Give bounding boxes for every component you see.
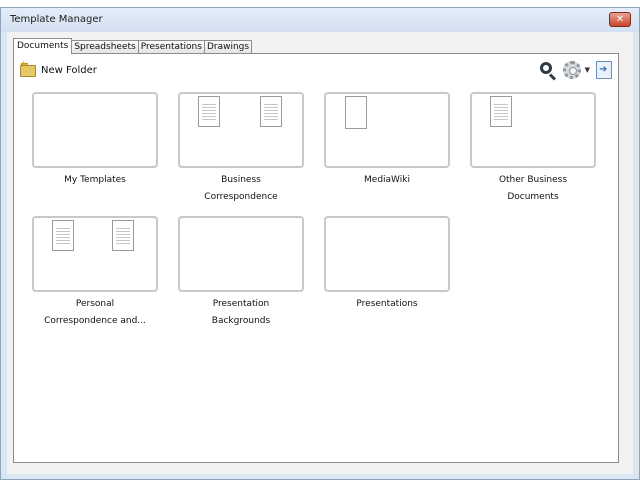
folder-label-my-templates[interactable]: My Templates (15, 172, 175, 189)
window-title: Template Manager (10, 14, 103, 25)
close-button[interactable]: ✕ (609, 12, 631, 27)
folder-thumbnail-my-templates[interactable] (32, 92, 158, 168)
template-preview (490, 96, 512, 127)
gear-icon[interactable] (562, 61, 581, 79)
folder-label-business-correspondence[interactable]: Business Correspondence (161, 172, 321, 206)
templates-panel: ✦ New Folder ▼ My Templates Business (13, 53, 619, 463)
tab-drawings[interactable]: Drawings (203, 40, 253, 54)
toolbar-icons: ▼ (539, 60, 612, 81)
new-folder-label: New Folder (41, 64, 97, 76)
search-icon[interactable] (539, 61, 557, 81)
folder-label-presentation-backgrounds[interactable]: Presentation Backgrounds (161, 296, 321, 330)
template-preview (260, 96, 282, 127)
template-preview (52, 220, 74, 251)
template-preview (112, 220, 134, 251)
title-bar[interactable]: Template Manager ✕ (1, 8, 639, 32)
folder-thumbnail-mediawiki[interactable] (324, 92, 450, 168)
tab-presentations[interactable]: Presentations (137, 40, 205, 54)
tab-documents[interactable]: Documents (13, 38, 73, 54)
folder-thumbnail-presentation-backgrounds[interactable] (178, 216, 304, 292)
new-folder-button[interactable]: ✦ New Folder (20, 60, 97, 79)
tab-spreadsheets[interactable]: Spreadsheets (71, 40, 139, 54)
folder-thumbnail-presentations[interactable] (324, 216, 450, 292)
template-preview (198, 96, 220, 127)
folder-label-personal-correspondence[interactable]: Personal Correspondence and... (15, 296, 175, 330)
folder-label-other-business-documents[interactable]: Other Business Documents (453, 172, 613, 206)
template-manager-window: Template Manager ✕ Documents Spreadsheet… (0, 7, 640, 480)
template-preview (345, 96, 367, 129)
chevron-down-icon[interactable]: ▼ (585, 66, 590, 74)
new-folder-icon: ✦ (20, 60, 36, 77)
folder-thumbnail-business-correspondence[interactable] (178, 92, 304, 168)
folder-label-presentations[interactable]: Presentations (307, 296, 467, 313)
dialog-body: Documents Spreadsheets Presentations Dra… (7, 32, 633, 474)
folder-thumbnail-other-business-documents[interactable] (470, 92, 596, 168)
export-icon[interactable] (596, 61, 612, 79)
tab-bar: Documents Spreadsheets Presentations Dra… (13, 38, 253, 54)
folder-label-mediawiki[interactable]: MediaWiki (307, 172, 467, 189)
folder-thumbnail-personal-correspondence[interactable] (32, 216, 158, 292)
